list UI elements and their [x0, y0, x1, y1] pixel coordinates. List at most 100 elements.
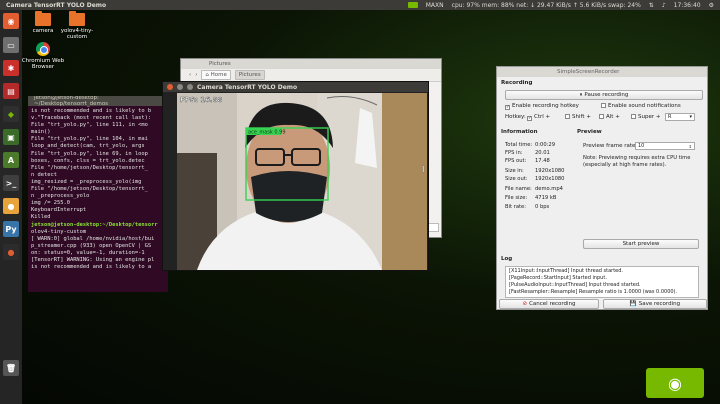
monitor-icon[interactable]: ▣ [3, 129, 19, 145]
super-label: Super + [638, 114, 661, 120]
terminal-line: Killed [31, 214, 51, 221]
log-section-header: Log [501, 256, 513, 262]
log-line: [PulseAudioInput::InputThread] Input thr… [509, 282, 641, 288]
log-panel[interactable]: [X11Input::InputThread] Input thread sta… [505, 266, 699, 298]
terminal-line: on: status=0, value=-1, duration=-1 [31, 249, 145, 256]
recording-section-header: Recording [501, 80, 533, 86]
info-row: File name: demo.mp4 [505, 186, 563, 192]
terminal-icon[interactable]: >_ [3, 175, 19, 191]
breadcrumb-home[interactable]: ⌂ Home [201, 70, 231, 80]
clock[interactable]: 17:36:40 [674, 2, 701, 9]
desktop-icon-chromium[interactable]: Chromium Web Browser [18, 42, 68, 71]
breadcrumb-pictures[interactable]: Pictures [234, 70, 265, 80]
trash-icon[interactable]: 🗑 [3, 360, 19, 376]
preview-note: Note: Previewing requires extra CPU time… [583, 155, 691, 168]
info-value: demo.mp4 [535, 186, 563, 192]
info-row: Bit rate: 0 bps [505, 204, 549, 210]
checkbox-unchecked-icon [631, 114, 636, 119]
file-manager-titlebar[interactable]: Pictures [181, 59, 441, 69]
chevron-down-icon: ▾ [689, 114, 692, 120]
forward-icon[interactable]: › [195, 72, 197, 78]
recorder-titlebar[interactable]: SimpleScreenRecorder [497, 67, 707, 77]
active-window-title: Camera TensorRT YOLO Demo [6, 1, 107, 9]
camera-demo-window[interactable]: Camera TensorRT YOLO Demo ace_mask 0.99 … [162, 81, 429, 271]
chromium-icon [36, 42, 50, 56]
recorder-icon[interactable]: ● [3, 244, 19, 260]
checkbox-unchecked-icon [601, 103, 606, 108]
info-key: Size out: [505, 176, 528, 182]
information-section-header: Information [501, 129, 538, 135]
info-key: FPS in: [505, 150, 523, 156]
network-icon[interactable]: ⇅ [649, 2, 654, 9]
terminal-line: [ WARN:0] global /home/nvidia/host/bui [31, 235, 155, 242]
super-modifier-checkbox[interactable]: Super + [631, 114, 660, 120]
detection-label: ace_mask 0.99 [248, 130, 286, 136]
enable-hotkey-checkbox[interactable]: ✓ Enable recording hotkey [505, 103, 579, 110]
desktop-icon-yolov4-tiny-custom[interactable]: yolov4-tiny-custom [52, 11, 102, 41]
software-center-icon[interactable]: ● [3, 198, 19, 214]
python-icon[interactable]: Py [3, 221, 19, 237]
info-key: Bit rate: [505, 204, 526, 210]
log-line: [X11Input::InputThread] Input thread sta… [509, 268, 624, 274]
cancel-icon: ⊘ [522, 301, 528, 307]
info-value: 1920x1080 [535, 176, 565, 182]
desktop-icon-label: Chromium Web Browser [21, 58, 65, 71]
cancel-recording-button[interactable]: ⊘ Cancel recording [499, 299, 599, 309]
sound-notifications-checkbox[interactable]: Enable sound notifications [601, 103, 681, 109]
back-icon[interactable]: ‹ [189, 72, 191, 78]
terminal-line: File "/home/jetson/Desktop/tensorrt_ [31, 164, 148, 171]
terminal-line: [TensorRT] WARNING: Using an engine pl [31, 256, 155, 263]
info-key: File size: [505, 195, 528, 201]
home-icon: ⌂ [205, 72, 209, 78]
hotkey-key-select[interactable]: R ▾ [665, 113, 695, 121]
nvidia-app-icon[interactable]: ◆ [3, 106, 19, 122]
terminal-line: File "/home/jetson/Desktop/tensorrt_ [31, 186, 148, 193]
minimize-icon[interactable] [177, 84, 183, 90]
terminal-line: img_resized = _preprocess_yolo(img [31, 178, 142, 185]
nvidia-logo: ◉ [646, 368, 704, 398]
terminal-prompt: jetson@jetson-desktop:~/Desktop/tensorr [31, 221, 158, 228]
volume-icon[interactable]: ♪ [662, 2, 666, 9]
shift-modifier-checkbox[interactable]: Shift + [565, 114, 591, 120]
power-mode[interactable]: MAXN [426, 2, 444, 9]
presentation-icon[interactable]: ▤ [3, 83, 19, 99]
terminal-line: File "trt_yolo.py", line 111, in <mo [31, 122, 148, 129]
info-row: Size in: 1920x1080 [505, 168, 564, 174]
info-row: FPS in: 20.01 [505, 150, 550, 156]
preview-frame-rate-spinbox[interactable]: 10 ⇕ [635, 142, 695, 150]
terminal-titlebar[interactable]: jetson@jetson-desktop: ~/Desktop/tensorr… [28, 96, 168, 107]
camera-titlebar[interactable]: Camera TensorRT YOLO Demo [163, 82, 428, 92]
terminal-line: File "trt_yolo.py", line 69, in loop [31, 150, 148, 157]
screen-recorder-window[interactable]: SimpleScreenRecorder Recording ⏸ Pause r… [496, 66, 708, 310]
save-recording-label: Save recording [638, 301, 681, 307]
settings-icon[interactable]: ✱ [3, 60, 19, 76]
checkbox-unchecked-icon [599, 114, 604, 119]
checkbox-unchecked-icon [565, 114, 570, 119]
settings-gear-icon[interactable]: ⚙ [709, 2, 714, 9]
info-key: FPS out: [505, 158, 527, 164]
save-recording-button[interactable]: 💾 Save recording [603, 299, 707, 309]
start-preview-button[interactable]: Start preview [583, 239, 699, 249]
close-icon[interactable] [167, 84, 173, 90]
pause-recording-label: Pause recording [584, 92, 629, 98]
folder-icon [69, 11, 85, 26]
ctrl-modifier-checkbox[interactable]: ✓ Ctrl + [527, 114, 550, 121]
text-editor-icon[interactable]: A [3, 152, 19, 168]
files-icon[interactable]: ▭ [3, 37, 19, 53]
hotkey-key-value: R [668, 114, 672, 120]
system-stats: cpu: 97% mem: 88% net: ↓ 29.47 KiB/s ↑ 5… [451, 1, 641, 9]
info-value: 0 bps [535, 204, 550, 210]
spin-arrows-icon[interactable]: ⇕ [689, 144, 694, 149]
terminal-line: File "trt_yolo.py", line 104, in mai [31, 136, 148, 143]
terminal-output[interactable]: is not recommended and is likely to b v.… [28, 106, 168, 273]
terminal-line: n _preprocess_yolo [31, 193, 90, 200]
maximize-icon[interactable] [187, 84, 193, 90]
alt-modifier-checkbox[interactable]: Alt + [599, 114, 620, 120]
nvidia-icon[interactable] [407, 2, 418, 8]
info-row: File size: 4719 kB [505, 195, 556, 201]
ubuntu-logo-icon[interactable]: ◉ [3, 13, 19, 29]
checkbox-checked-icon: ✓ [505, 105, 510, 110]
pause-recording-button[interactable]: ⏸ Pause recording [505, 90, 703, 100]
cancel-recording-label: Cancel recording [529, 301, 576, 307]
terminal-window[interactable]: jetson@jetson-desktop: ~/Desktop/tensorr… [28, 96, 168, 292]
